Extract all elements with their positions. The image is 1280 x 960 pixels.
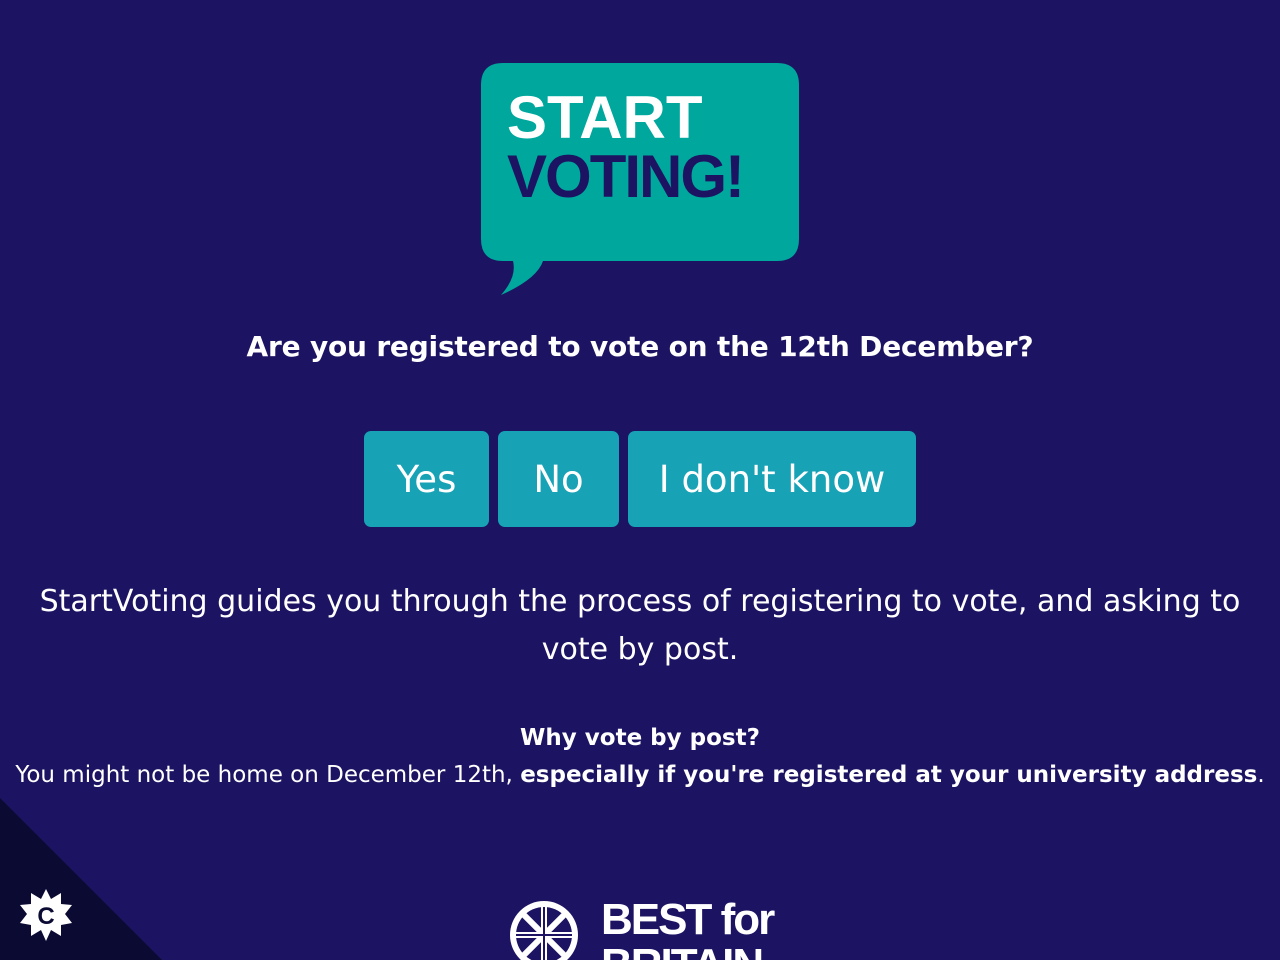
logo-line1: START [507,84,703,151]
why-text-plain: You might not be home on December 12th, [15,762,521,788]
bfb-line1: BEST for [601,895,775,944]
why-vote-by-post-text: You might not be home on December 12th, … [0,762,1280,788]
yes-button[interactable]: Yes [364,431,489,527]
cookie-settings-button[interactable]: C [18,887,74,943]
intro-text: StartVoting guides you through the proce… [39,584,1241,667]
cookie-settings-icon: C [20,889,72,941]
union-jack-circle-icon [510,901,578,960]
why-vote-by-post-heading: Why vote by post? [520,725,760,751]
why-text-bold: especially if you're registered at your … [520,762,1258,788]
no-button[interactable]: No [498,431,619,527]
start-voting-logo: START VOTING! [481,63,799,297]
cookie-button-label: C [37,903,54,930]
registration-question: Are you registered to vote on the 12th D… [246,330,1034,363]
dont-know-button[interactable]: I don't know [628,431,916,527]
logo-line2: VOTING! [507,143,743,210]
page: START VOTING! Are you registered to vote… [0,0,1280,960]
best-for-britain-logo[interactable]: BEST for BRITAIN [508,893,778,960]
bfb-line2: BRITAIN [601,940,762,960]
why-text-end: . [1257,762,1265,788]
